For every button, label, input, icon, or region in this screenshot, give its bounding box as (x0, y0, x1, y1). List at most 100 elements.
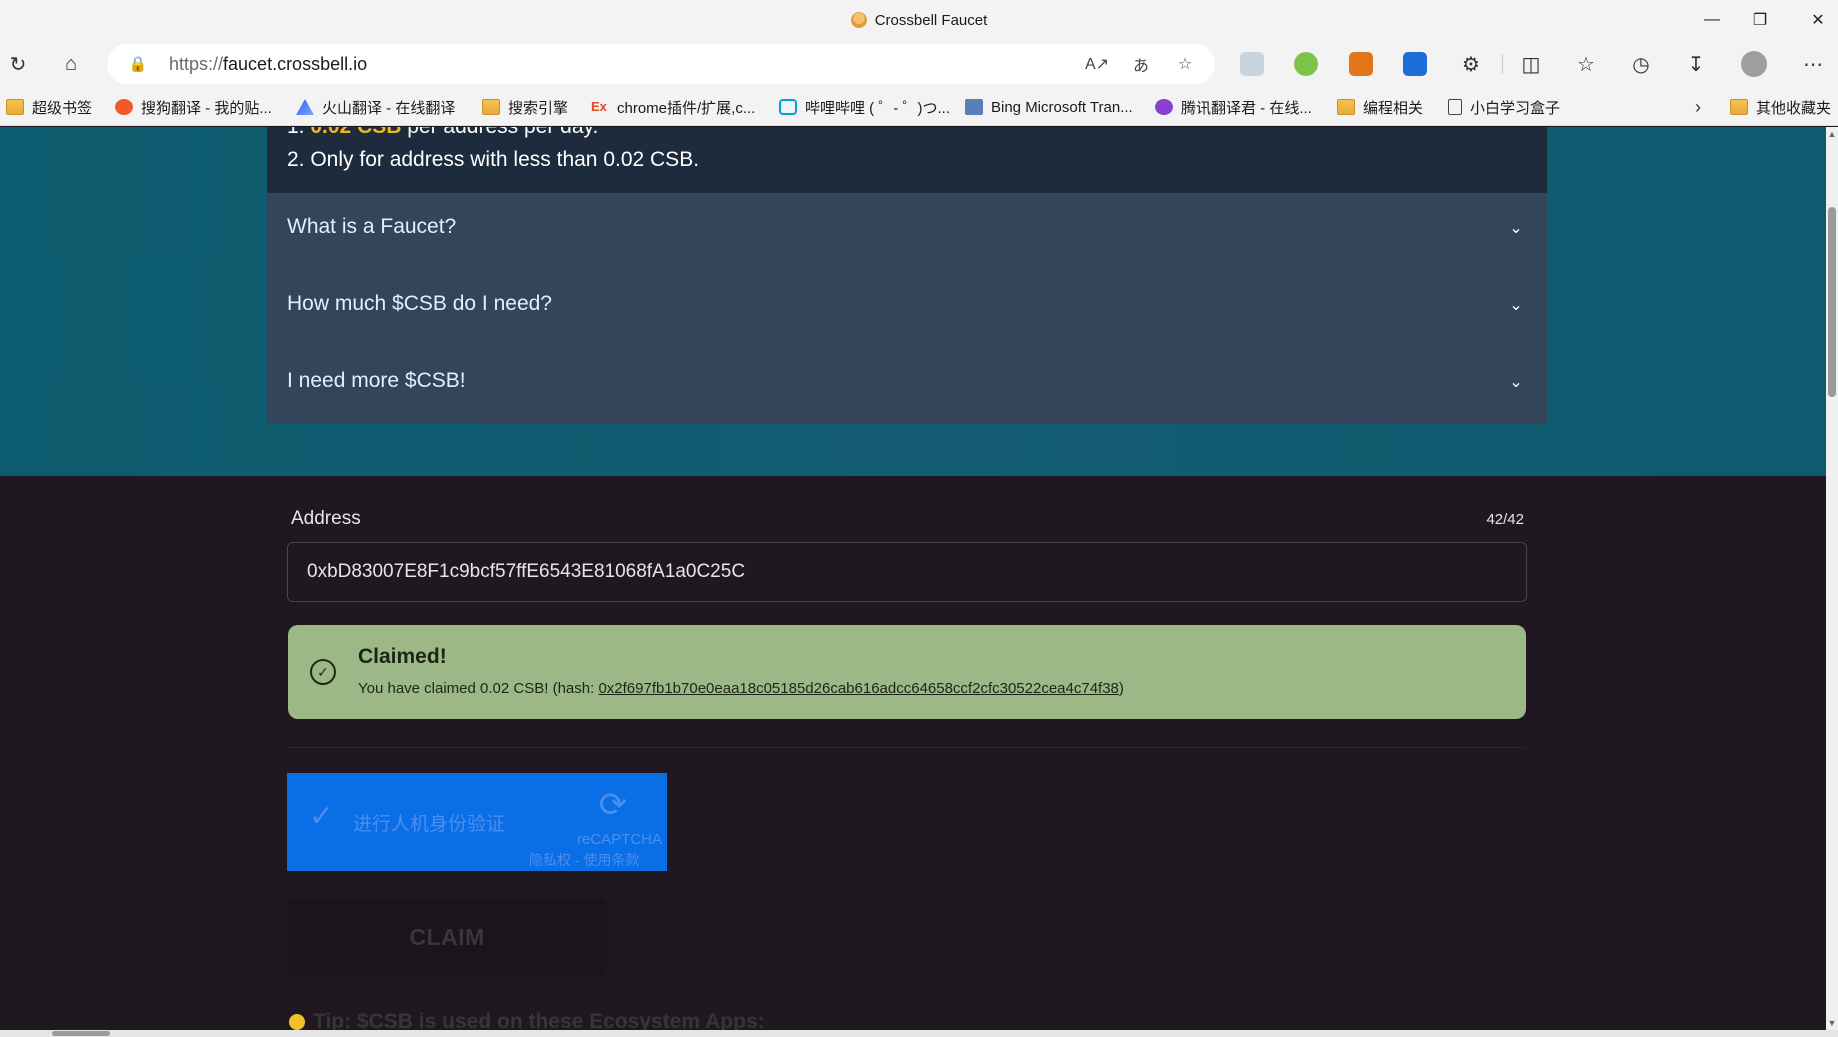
favorites-icon[interactable]: ☆ (1570, 48, 1602, 80)
metamask-icon[interactable] (1349, 52, 1373, 76)
bookmark-label: 小白学习盒子 (1470, 99, 1561, 117)
add-favorite-icon[interactable]: ☆ (1171, 50, 1199, 78)
bookmark-item[interactable]: 编程相关 (1337, 88, 1423, 126)
bookmark-label: 其他收藏夹 (1756, 99, 1832, 117)
bookmark-label: chrome插件/扩展,c... (617, 99, 756, 117)
refresh-icon[interactable]: ↻ (2, 48, 34, 80)
horizontal-scrollbar[interactable] (0, 1030, 1838, 1037)
more-menu-icon[interactable]: ⋯ (1797, 48, 1829, 80)
faq-accordion: What is a Faucet? ⌄ How much $CSB do I n… (267, 193, 1547, 424)
downloads-icon[interactable]: ↧ (1680, 48, 1712, 80)
url-text[interactable]: https://faucet.crossbell.io (169, 44, 367, 84)
profile-avatar-icon[interactable] (1738, 48, 1770, 80)
bookmark-item[interactable]: 其他收藏夹 (1730, 88, 1831, 126)
extension-screen-icon[interactable] (1240, 52, 1264, 76)
address-input[interactable] (287, 542, 1527, 602)
faq-item[interactable]: What is a Faucet? ⌄ (267, 193, 1547, 270)
alert-title: Claimed! (358, 645, 447, 668)
bookmark-item[interactable]: 小白学习盒子 (1448, 88, 1560, 126)
tip-bulb-icon (289, 1014, 305, 1030)
sogou-icon (115, 99, 133, 115)
transaction-hash-link[interactable]: 0x2f697fb1b70e0eaa18c05185d26cab616adcc6… (598, 680, 1118, 697)
window-title: Crossbell Faucet (0, 0, 1838, 40)
url-host: faucet.crossbell.io (223, 54, 368, 74)
recaptcha-label: 进行人机身份验证 (353, 814, 506, 835)
bookmark-label: Bing Microsoft Tran... (991, 98, 1133, 116)
bookmark-item[interactable]: Ex chrome插件/扩展,c... (591, 88, 755, 126)
bookmark-label: 哔哩哔哩 ( ゜- ゜)つ... (805, 99, 950, 117)
scroll-up-icon[interactable]: ▲ (1826, 127, 1838, 141)
scrollbar-thumb[interactable] (1828, 207, 1836, 397)
bookmark-item[interactable]: 哔哩哔哩 ( ゜- ゜)つ... (779, 88, 950, 126)
divider (288, 747, 1526, 748)
folder-icon (1730, 99, 1748, 115)
bookmark-label: 腾讯翻译君 - 在线... (1181, 99, 1312, 117)
check-circle-icon: ✓ (310, 659, 336, 685)
ex-icon: Ex (591, 99, 607, 114)
character-counter: 42/42 (1486, 511, 1524, 528)
extension-green-icon[interactable] (1294, 52, 1318, 76)
bookmark-label: 搜狗翻译 - 我的贴... (141, 99, 272, 117)
bookmarks-bar: 超级书签 搜狗翻译 - 我的贴... 火山翻译 - 在线翻译 搜索引擎 Ex c… (0, 88, 1838, 126)
chevron-down-icon[interactable]: ⌄ (1507, 219, 1525, 237)
bookmark-item[interactable]: Bing Microsoft Tran... (965, 88, 1133, 126)
chevron-down-icon[interactable]: ⌄ (1507, 373, 1525, 391)
read-aloud-icon[interactable]: A↗ (1083, 50, 1111, 78)
bookmark-item[interactable]: 超级书签 (6, 88, 92, 126)
bookmark-item[interactable]: 腾讯翻译君 - 在线... (1155, 88, 1312, 126)
faucet-rules: 1. 0.02 CSB per address per day. 2. Only… (267, 127, 1547, 193)
claim-form: Address 42/42 ✓ Claimed! You have claime… (0, 476, 1826, 1030)
tip-text: Tip: $CSB is used on these Ecosystem App… (289, 1010, 765, 1030)
chevron-right-icon[interactable]: › (1686, 88, 1710, 126)
bookmark-label: 火山翻译 - 在线翻译 (322, 99, 456, 117)
folder-icon (482, 99, 500, 115)
bookmark-item[interactable]: 搜狗翻译 - 我的贴... (115, 88, 272, 126)
bilibili-icon (779, 99, 797, 115)
recaptcha-brand: reCAPTCHA (577, 831, 663, 848)
crossbell-favicon-icon (850, 12, 867, 28)
lock-icon[interactable]: 🔒 (127, 53, 149, 75)
extension-blue-icon[interactable] (1403, 52, 1427, 76)
browser-toolbar: ↻ ⌂ 🔒 https://faucet.crossbell.io A↗ あ ☆… (0, 40, 1838, 88)
recaptcha-logo-icon: ⟳ (598, 786, 628, 824)
bookmark-label: 搜索引擎 (508, 99, 569, 117)
page-viewport: 1. 0.02 CSB per address per day. 2. Only… (0, 127, 1826, 1030)
home-icon[interactable]: ⌂ (55, 48, 87, 80)
recaptcha-widget[interactable]: ✓ 进行人机身份验证 ⟳ reCAPTCHA 隐私权 - 使用条款 (287, 773, 667, 871)
bookmark-item[interactable]: 火山翻译 - 在线翻译 (296, 88, 455, 126)
vertical-scrollbar[interactable]: ▲ ▼ (1826, 127, 1838, 1030)
close-window-icon[interactable]: ✕ (1790, 0, 1838, 40)
tencent-translate-icon (1155, 99, 1173, 115)
hero-section: 1. 0.02 CSB per address per day. 2. Only… (0, 127, 1826, 476)
rule-line-2: 2. Only for address with less than 0.02 … (287, 148, 700, 171)
scroll-down-icon[interactable]: ▼ (1826, 1016, 1838, 1030)
folder-icon (6, 99, 24, 115)
window-title-text: Crossbell Faucet (874, 11, 988, 29)
scrollbar-thumb[interactable] (52, 1031, 110, 1036)
rule-highlight: 0.02 CSB (310, 127, 401, 138)
window-titlebar: Crossbell Faucet — ❐ ✕ (0, 0, 1838, 40)
recaptcha-links[interactable]: 隐私权 - 使用条款 (529, 850, 639, 870)
faq-item[interactable]: I need more $CSB! ⌄ (267, 347, 1547, 424)
bookmark-label: 编程相关 (1363, 99, 1424, 117)
claim-button[interactable]: CLAIM (287, 898, 607, 977)
recaptcha-checkmark-icon[interactable]: ✓ (309, 799, 334, 834)
chevron-down-icon[interactable]: ⌄ (1507, 296, 1525, 314)
address-bar[interactable]: 🔒 https://faucet.crossbell.io A↗ あ ☆ (107, 44, 1215, 84)
bookmark-label: 超级书签 (32, 99, 93, 117)
faq-item[interactable]: How much $CSB do I need? ⌄ (267, 270, 1547, 347)
restore-icon[interactable]: ❐ (1732, 0, 1788, 40)
page-icon (1448, 99, 1462, 115)
bookmark-item[interactable]: 搜索引擎 (482, 88, 568, 126)
split-screen-icon[interactable]: ◫ (1515, 48, 1547, 80)
url-protocol: https:// (169, 54, 224, 74)
history-icon[interactable]: ◷ (1625, 48, 1657, 80)
faq-question: What is a Faucet? (287, 215, 457, 238)
extensions-icon[interactable]: ⚙ (1455, 48, 1487, 80)
rule-line-1: 1. 0.02 CSB per address per day. (287, 127, 598, 139)
alert-message: You have claimed 0.02 CSB! (hash: 0x2f69… (358, 680, 1124, 697)
success-alert: ✓ Claimed! You have claimed 0.02 CSB! (h… (288, 625, 1526, 719)
translate-icon[interactable]: あ (1127, 50, 1155, 78)
address-label: Address (291, 508, 361, 529)
volcano-icon (296, 99, 314, 115)
